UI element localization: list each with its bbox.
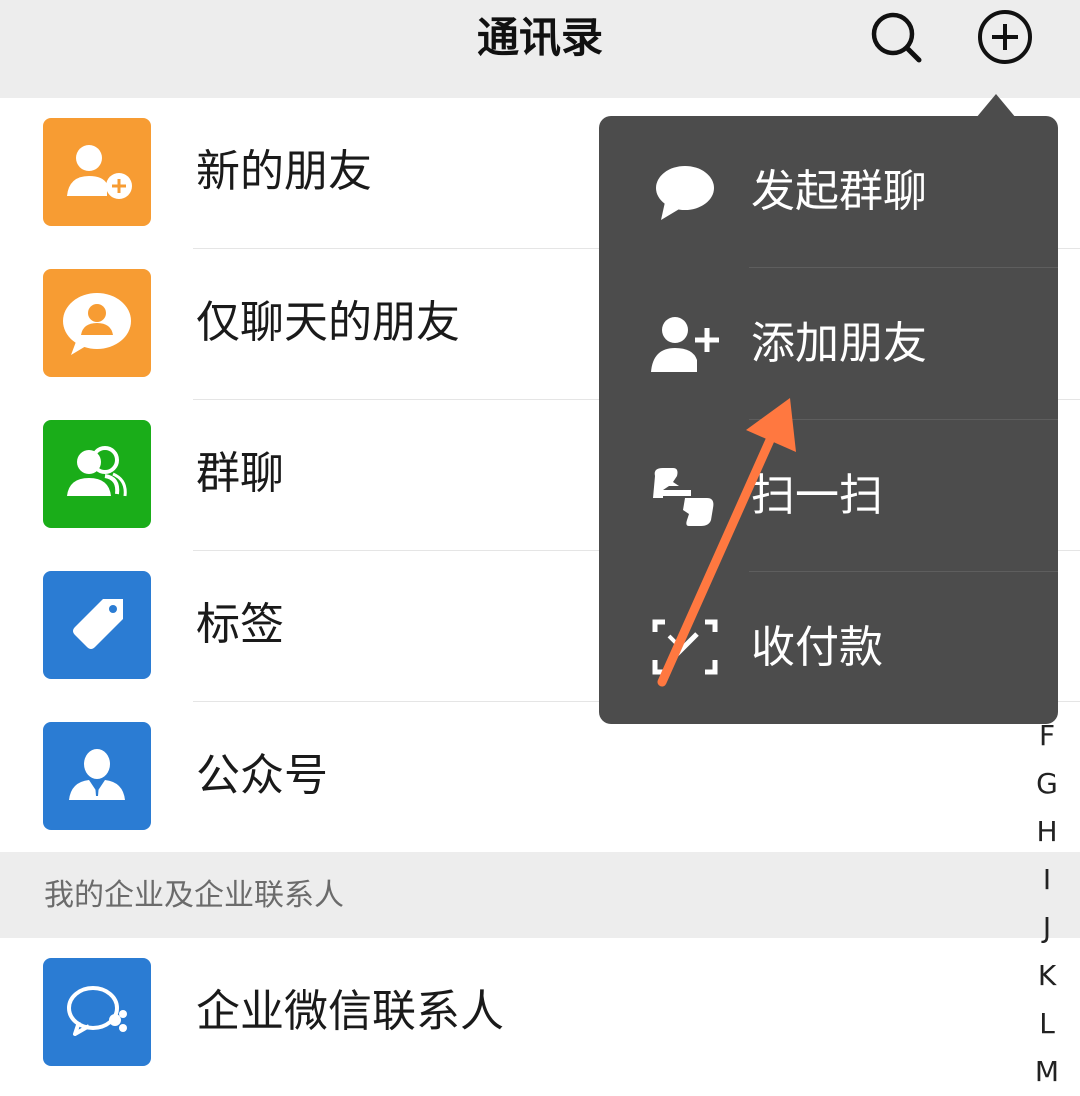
menu-item-label: 添加朋友	[751, 318, 927, 369]
popup-caret	[976, 94, 1016, 118]
contact-row-wecom[interactable]: 企业微信联系人	[0, 938, 1080, 1089]
contact-row-official-accounts[interactable]: 公众号	[0, 702, 1080, 853]
menu-item-add-friend[interactable]: 添加朋友	[599, 268, 1058, 420]
menu-item-label: 发起群聊	[751, 166, 927, 217]
index-letter[interactable]: M	[1035, 1048, 1059, 1096]
tag-icon	[43, 571, 151, 679]
official-account-icon	[43, 722, 151, 830]
chat-only-icon	[43, 269, 151, 377]
menu-item-label: 扫一扫	[751, 470, 883, 521]
menu-item-scan[interactable]: 扫一扫	[599, 420, 1058, 572]
top-navbar: 通讯录	[0, 0, 1080, 98]
contact-row-label: 仅聊天的朋友	[196, 297, 460, 348]
menu-item-payment[interactable]: 收付款	[599, 572, 1058, 724]
contact-row-label: 新的朋友	[196, 146, 372, 197]
index-letter[interactable]: J	[1043, 904, 1051, 952]
add-popup-menu: 发起群聊 添加朋友 扫一扫 收付款	[599, 116, 1058, 724]
add-user-icon	[649, 312, 721, 376]
scan-icon	[649, 464, 721, 528]
add-friend-icon	[43, 118, 151, 226]
plus-circle-icon[interactable]	[974, 6, 1036, 68]
alphabet-index-bar[interactable]: F G H I J K L M	[1032, 712, 1062, 1096]
contact-row-label: 企业微信联系人	[196, 986, 504, 1037]
index-letter[interactable]: G	[1036, 760, 1058, 808]
index-letter[interactable]: K	[1038, 952, 1056, 1000]
chat-bubble-icon	[649, 160, 721, 224]
index-letter[interactable]: L	[1039, 1000, 1055, 1048]
contact-row-label: 公众号	[196, 750, 328, 801]
section-header: 我的企业及企业联系人	[0, 852, 1080, 938]
contact-row-label: 标签	[196, 599, 284, 650]
index-letter[interactable]: I	[1043, 856, 1051, 904]
contact-row-label: 群聊	[196, 448, 284, 499]
menu-item-label: 收付款	[751, 622, 883, 673]
section-title: 我的企业及企业联系人	[44, 878, 344, 913]
search-icon[interactable]	[866, 6, 928, 68]
index-letter[interactable]: H	[1036, 808, 1057, 856]
menu-item-group-chat[interactable]: 发起群聊	[599, 116, 1058, 268]
wecom-icon	[43, 958, 151, 1066]
payment-scan-icon	[649, 616, 721, 680]
group-icon	[43, 420, 151, 528]
